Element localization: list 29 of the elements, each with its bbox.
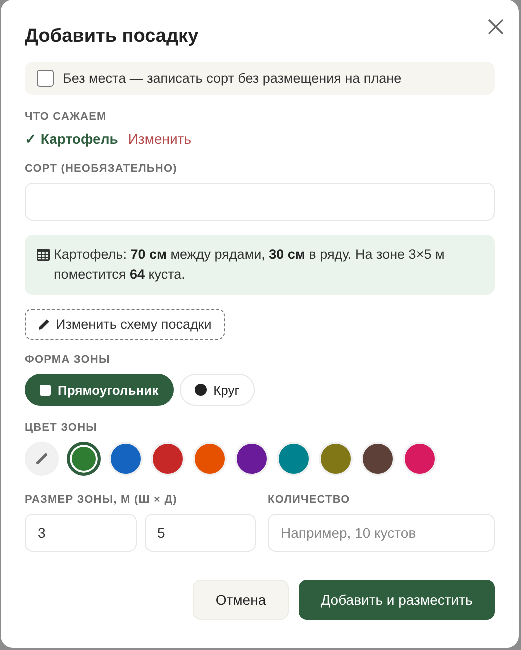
cancel-button[interactable]: Отмена (193, 580, 289, 620)
width-field[interactable]: 3 (25, 514, 136, 552)
checkbox[interactable] (37, 70, 54, 87)
field-label: КОЛИЧЕСТВО (268, 494, 350, 506)
field-label: РАЗМЕР ЗОНЫ, М (Ш × Д) (25, 494, 178, 506)
pencil-icon (38, 318, 51, 331)
field-label: ЧТО САЖАЕМ (25, 111, 107, 123)
checkbox-label: Без места — записать сорт без размещения на плане (63, 71, 402, 86)
square-icon (40, 384, 51, 396)
change-link[interactable]: Изменить (128, 131, 192, 147)
grid-icon (37, 249, 50, 261)
field-label: ЦВЕТ ЗОНЫ (25, 422, 98, 434)
circle-icon (194, 384, 207, 396)
add-button[interactable]: Добавить и разместить (299, 580, 495, 620)
pencil-icon (35, 452, 49, 466)
field-label: СОРТ (НЕОБЯЗАТЕЛЬНО) (25, 163, 178, 175)
spacing-info-text: Картофель: 70 см между рядами, 30 см в ряду. На зоне 3×5 м поместится 64 куста. (54, 246, 446, 284)
dialog-title: Добавить посадку (25, 26, 200, 48)
variety-field[interactable] (25, 183, 495, 221)
selected-crop: ✓ Картофель (25, 131, 118, 147)
quantity-field[interactable]: Например, 10 кустов (268, 514, 495, 552)
color-swatch[interactable] (67, 442, 101, 476)
close-icon[interactable] (487, 18, 505, 36)
shape-toggle[interactable]: Круг (180, 374, 255, 406)
field-label: ФОРМА ЗОНЫ (25, 354, 110, 366)
edit-scheme-button[interactable]: Изменить схему посадки (25, 309, 225, 340)
custom-color-swatch[interactable] (25, 442, 59, 476)
shape-toggle[interactable]: Прямоугольник (25, 374, 174, 406)
length-field[interactable]: 5 (144, 514, 256, 552)
